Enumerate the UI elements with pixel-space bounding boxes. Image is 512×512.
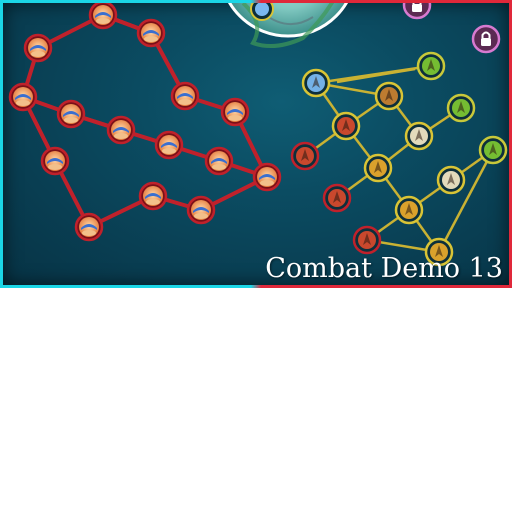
crossed-arms-character-icon[interactable]: [252, 162, 282, 192]
crossed-arms-character-icon[interactable]: [40, 146, 70, 176]
green-creature-icon[interactable]: [446, 93, 476, 123]
shaman-icon[interactable]: [374, 81, 404, 111]
crossed-arms-character-icon[interactable]: [23, 33, 53, 63]
padlock-icon[interactable]: [402, 3, 432, 20]
green-creature-icon[interactable]: [478, 135, 508, 165]
crossed-arms-character-icon[interactable]: [220, 97, 250, 127]
crossed-arms-character-icon[interactable]: [74, 212, 104, 242]
crossed-arms-character-icon[interactable]: [8, 82, 38, 112]
crossed-arms-character-icon[interactable]: [186, 195, 216, 225]
skill-tree-board: Combat Demo 13: [3, 3, 509, 285]
red-beast-icon[interactable]: [322, 183, 352, 213]
world-map-portal[interactable]: [220, 3, 356, 49]
crossed-arms-character-icon[interactable]: [138, 181, 168, 211]
gold-aura-warrior-icon[interactable]: [363, 153, 393, 183]
crossed-arms-character-icon[interactable]: [154, 130, 184, 160]
crossed-arms-character-icon[interactable]: [106, 115, 136, 145]
red-beast-icon[interactable]: [290, 141, 320, 171]
red-demon-icon[interactable]: [331, 111, 361, 141]
crossed-arms-character-icon[interactable]: [170, 81, 200, 111]
skill-tree-graph: [8, 3, 508, 267]
crossed-arms-character-icon[interactable]: [88, 3, 118, 30]
white-idol-icon[interactable]: [404, 121, 434, 151]
padlock-icon[interactable]: [471, 24, 501, 54]
gold-aura-warrior-icon[interactable]: [394, 195, 424, 225]
crossed-arms-character-icon[interactable]: [56, 99, 86, 129]
blue-aura-warrior-icon[interactable]: [250, 3, 274, 21]
left-constellation: [8, 3, 282, 242]
tree-link: [336, 67, 416, 84]
overlay-caption: Combat Demo 13: [265, 253, 503, 284]
crossed-arms-character-icon[interactable]: [136, 18, 166, 48]
blue-aura-warrior-icon[interactable]: [301, 68, 331, 98]
tree-link: [437, 149, 495, 253]
game-viewport: Combat Demo 13: [0, 0, 512, 288]
green-creature-icon[interactable]: [416, 51, 446, 81]
red-beast-icon[interactable]: [352, 225, 382, 255]
crossed-arms-character-icon[interactable]: [204, 146, 234, 176]
white-idol-icon[interactable]: [436, 165, 466, 195]
